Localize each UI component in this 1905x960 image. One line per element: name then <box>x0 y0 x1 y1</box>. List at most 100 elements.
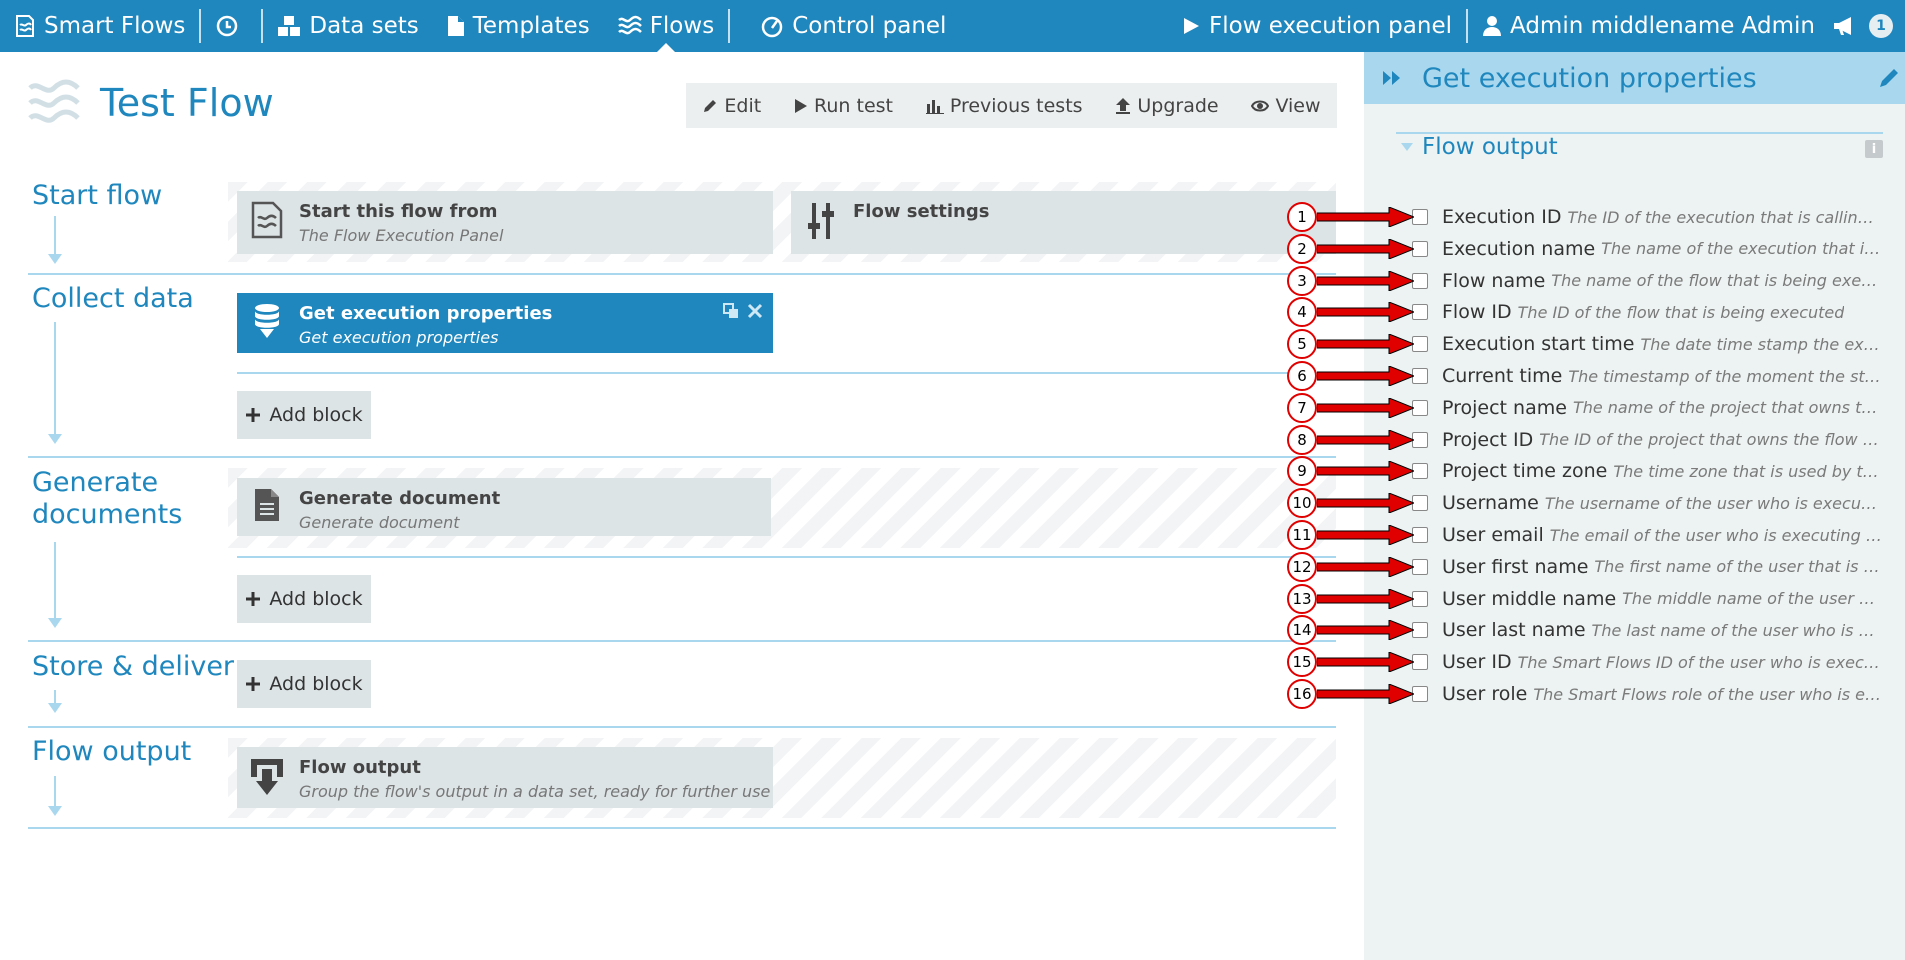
block-subtitle: Generate document <box>299 513 460 532</box>
property-name: User last name <box>1442 619 1586 642</box>
info-icon[interactable]: i <box>1865 140 1883 158</box>
property-row[interactable]: Execution ID The ID of the execution that… <box>1412 202 1882 232</box>
property-checkbox[interactable] <box>1412 431 1428 448</box>
generate-document-block[interactable]: Generate document Generate document <box>237 478 771 536</box>
property-checkbox[interactable] <box>1412 304 1428 321</box>
nav-user-menu[interactable]: Admin middlename Admin <box>1468 0 1829 52</box>
download-tray-icon <box>251 759 283 795</box>
property-row[interactable]: User first name The first name of the use… <box>1412 552 1882 582</box>
nav-brand[interactable]: Smart Flows <box>0 0 199 52</box>
property-checkbox[interactable] <box>1412 558 1428 575</box>
annotation-arrow-icon <box>1317 588 1414 609</box>
close-icon[interactable] <box>747 303 763 319</box>
flow-document-icon <box>251 201 283 239</box>
section-collect-data-label: Collect data <box>32 283 194 314</box>
property-checkbox[interactable] <box>1412 495 1428 512</box>
property-checkbox[interactable] <box>1412 209 1428 225</box>
nav-control-panel-label: Control panel <box>792 13 947 39</box>
property-checkbox[interactable] <box>1412 686 1428 702</box>
flow-settings-block[interactable]: Flow settings <box>791 191 1336 254</box>
property-checkbox[interactable] <box>1412 622 1428 639</box>
flow-output-section-toggle[interactable]: Flow output <box>1400 134 1558 160</box>
nav-notifications[interactable]: 1 <box>1829 0 1905 52</box>
nav-user-label: Admin middlename Admin <box>1510 13 1815 39</box>
annotation-arrow-icon <box>1317 684 1414 704</box>
add-block-button-collect[interactable]: Add block <box>237 391 371 439</box>
collapse-panel-icon[interactable] <box>1382 70 1402 86</box>
annotation-arrow-icon <box>1317 429 1414 450</box>
nav-flow-execution-panel[interactable]: Flow execution panel <box>1167 0 1466 52</box>
property-name: Project time zone <box>1442 460 1608 483</box>
property-row[interactable]: User ID The Smart Flows ID of the user wh… <box>1412 647 1882 677</box>
property-checkbox[interactable] <box>1412 240 1428 257</box>
run-test-button[interactable]: Run test <box>794 95 893 117</box>
add-block-label: Add block <box>269 404 363 426</box>
property-checkbox[interactable] <box>1412 654 1428 671</box>
block-title: Flow settings <box>853 201 990 222</box>
upgrade-label: Upgrade <box>1137 94 1219 117</box>
nav-datasets[interactable]: Data sets <box>263 0 432 52</box>
flow-output-block[interactable]: Flow output Group the flow's output in a … <box>237 747 773 808</box>
property-row[interactable]: Flow name The name of the flow that is be… <box>1412 266 1882 296</box>
copy-icon[interactable] <box>723 303 739 319</box>
start-this-flow-block[interactable]: Start this flow from The Flow Execution P… <box>237 191 773 254</box>
bar-chart-icon <box>925 99 944 114</box>
property-description: The email of the user who is executing t… <box>1549 525 1882 545</box>
property-name: User middle name <box>1442 587 1617 610</box>
property-checkbox[interactable] <box>1412 336 1428 353</box>
annotation-arrow-icon <box>1317 207 1414 227</box>
panel-title: Get execution properties <box>1422 62 1757 94</box>
property-checkbox[interactable] <box>1412 527 1428 543</box>
property-description: The ID of the execution that is calling … <box>1567 207 1882 227</box>
section-generate-line-1: Generate <box>32 467 159 498</box>
property-row[interactable]: Flow ID The ID of the flow that is being … <box>1412 297 1882 327</box>
add-block-button-generate[interactable]: Add block <box>237 575 371 623</box>
view-button[interactable]: View <box>1251 95 1321 117</box>
section-divider <box>28 456 1336 458</box>
sliders-icon <box>808 203 834 239</box>
property-checkbox[interactable] <box>1412 399 1428 416</box>
property-row[interactable]: Project time zone The time zone that is u… <box>1412 456 1882 486</box>
annotation-number-badge: 10 <box>1287 488 1317 519</box>
upgrade-button[interactable]: Upgrade <box>1115 94 1219 117</box>
property-checkbox[interactable] <box>1412 463 1428 480</box>
property-row[interactable]: Username The username of the user who is … <box>1412 488 1882 518</box>
get-execution-properties-block[interactable]: Get execution properties Get execution pr… <box>237 293 773 353</box>
property-checkbox[interactable] <box>1412 272 1428 289</box>
flow-connector <box>54 542 56 618</box>
nav-history[interactable] <box>201 0 261 52</box>
nav-templates[interactable]: Templates <box>433 0 604 52</box>
notification-badge: 1 <box>1869 14 1893 38</box>
property-description: The date time stamp the execut... <box>1640 334 1883 354</box>
property-name: Project name <box>1442 396 1567 419</box>
property-row[interactable]: Execution name The name of the execution … <box>1412 234 1882 264</box>
add-block-button-store[interactable]: Add block <box>237 660 371 708</box>
annotation-arrow-icon <box>1317 270 1414 291</box>
property-checkbox[interactable] <box>1412 368 1428 384</box>
property-description: The first name of the user that is exe..… <box>1594 557 1882 577</box>
property-row[interactable]: Current time The timestamp of the moment … <box>1412 361 1882 391</box>
plus-icon <box>246 408 261 422</box>
property-row[interactable]: Project ID The ID of the project that own… <box>1412 425 1882 455</box>
annotation-number-badge: 6 <box>1287 361 1317 391</box>
nav-control-panel[interactable]: Control panel <box>730 0 960 52</box>
play-icon <box>1183 18 1199 34</box>
property-description: The ID of the project that owns the flow… <box>1539 430 1882 450</box>
property-row[interactable]: User email The email of the user who is e… <box>1412 520 1882 550</box>
annotation-number-badge: 15 <box>1287 647 1317 678</box>
property-name: User email <box>1442 524 1544 546</box>
nav-flows[interactable]: Flows <box>604 0 729 52</box>
edit-button[interactable]: Edit <box>702 95 761 117</box>
pencil-icon[interactable] <box>1877 66 1901 90</box>
flow-arrow-icon <box>48 618 62 628</box>
property-row[interactable]: User middle name The middle name of the u… <box>1412 584 1882 614</box>
previous-tests-button[interactable]: Previous tests <box>925 95 1083 117</box>
property-row[interactable]: Execution start time The date time stamp … <box>1412 329 1882 359</box>
caret-down-icon <box>1401 143 1413 151</box>
add-block-label: Add block <box>269 588 363 610</box>
property-checkbox[interactable] <box>1412 590 1428 607</box>
block-divider <box>237 556 1336 558</box>
property-row[interactable]: Project name The name of the project that… <box>1412 393 1882 423</box>
property-row[interactable]: User last name The last name of the user … <box>1412 615 1882 645</box>
property-row[interactable]: User role The Smart Flows role of the use… <box>1412 679 1882 709</box>
